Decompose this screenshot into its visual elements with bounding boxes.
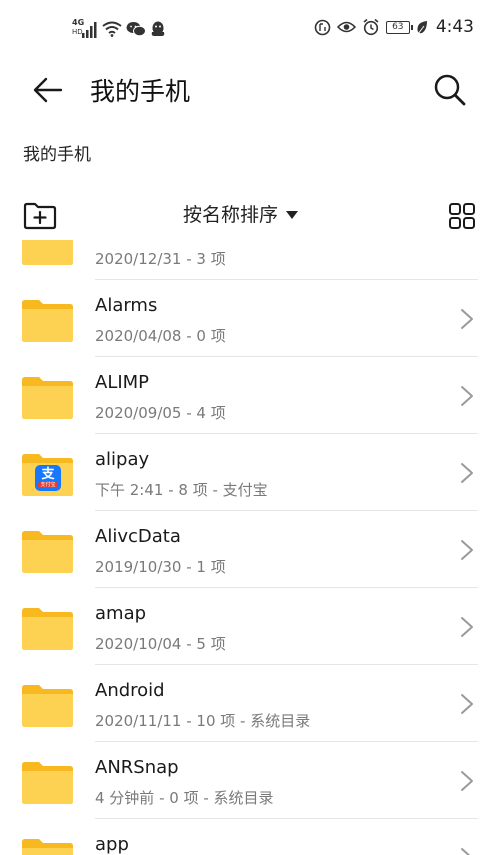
app-bar: 我的手机 xyxy=(0,58,500,120)
file-name: Android xyxy=(95,680,165,701)
folder-icon xyxy=(22,300,73,342)
caret-down-icon xyxy=(286,210,299,219)
file-name: Alarms xyxy=(95,295,158,316)
list-item[interactable]: AlivcData 2019/10/30 - 1 项 xyxy=(0,511,500,588)
page-title: 我的手机 xyxy=(90,77,191,106)
status-left-icons: 4G HD xyxy=(72,18,166,40)
arrow-left-icon xyxy=(33,77,63,103)
chevron-right-icon xyxy=(460,385,474,407)
grid-view-icon xyxy=(449,203,475,229)
folder-icon xyxy=(22,531,73,573)
search-button[interactable] xyxy=(428,68,472,112)
chevron-right-icon xyxy=(460,308,474,330)
folder-icon xyxy=(22,839,73,855)
file-name: ANRSnap xyxy=(95,757,179,778)
cellular-signal-icon: 4G HD xyxy=(72,18,98,40)
data-saver-icon xyxy=(314,19,331,35)
chevron-right-icon xyxy=(460,539,474,561)
chevron-right-icon xyxy=(460,462,474,484)
sort-label: 按名称排序 xyxy=(183,204,279,226)
qq-icon xyxy=(151,21,165,36)
file-list[interactable]: 2020/12/31 - 3 项 Alarms 2020/04/08 - 0 项 AL… xyxy=(0,240,500,855)
list-item[interactable]: 2020/12/31 - 3 项 xyxy=(0,240,500,280)
file-meta: 2019/10/30 - 1 项 xyxy=(95,558,226,576)
chevron-right-icon xyxy=(460,693,474,715)
chevron-right-icon xyxy=(460,847,474,855)
file-name: alipay xyxy=(95,449,150,470)
file-meta: 下午 2:41 - 8 项 - 支付宝 xyxy=(95,481,268,499)
file-meta: 2020/10/04 - 5 项 xyxy=(95,635,226,653)
status-bar: 4G HD 63 4:43 xyxy=(0,0,500,58)
back-button[interactable] xyxy=(28,70,68,110)
chevron-right-icon xyxy=(460,616,474,638)
list-item[interactable]: app xyxy=(0,819,500,855)
power-saving-leaf-icon xyxy=(417,20,427,34)
list-item[interactable]: ALIMP 2020/09/05 - 4 项 xyxy=(0,357,500,434)
file-meta: 2020/11/11 - 10 项 - 系统目录 xyxy=(95,712,311,730)
battery-icon: 63 xyxy=(385,20,413,34)
battery-level: 63 xyxy=(392,21,404,32)
folder-icon xyxy=(22,377,73,419)
list-item[interactable]: ANRSnap 4 分钟前 - 0 项 - 系统目录 xyxy=(0,742,500,819)
file-name: app xyxy=(95,834,129,855)
breadcrumb[interactable]: 我的手机 xyxy=(23,140,91,165)
list-item[interactable]: Android 2020/11/11 - 10 项 - 系统目录 xyxy=(0,665,500,742)
wifi-icon xyxy=(102,21,122,37)
alarm-icon xyxy=(363,18,379,36)
file-meta: 2020/04/08 - 0 项 xyxy=(95,327,226,345)
new-folder-button[interactable] xyxy=(20,198,60,234)
clock-time: 4:43 xyxy=(435,17,474,37)
file-name: amap xyxy=(95,603,147,624)
alipay-badge-text: 支付宝 xyxy=(38,482,58,488)
grid-view-button[interactable] xyxy=(444,198,480,234)
folder-icon xyxy=(22,608,73,650)
file-name: ALIMP xyxy=(95,372,150,393)
alipay-folder-icon: 支支付宝 xyxy=(22,454,73,496)
file-meta: 2020/09/05 - 4 项 xyxy=(95,404,226,422)
list-item[interactable]: 支支付宝 alipay 下午 2:41 - 8 项 - 支付宝 xyxy=(0,434,500,511)
search-icon xyxy=(434,74,466,106)
folder-icon xyxy=(22,685,73,727)
chevron-right-icon xyxy=(460,770,474,792)
wechat-icon xyxy=(126,22,146,37)
eye-comfort-icon xyxy=(336,21,356,33)
folder-icon xyxy=(22,762,73,804)
file-meta: 4 分钟前 - 0 项 - 系统目录 xyxy=(95,789,274,807)
list-item[interactable]: amap 2020/10/04 - 5 项 xyxy=(0,588,500,665)
list-item[interactable]: Alarms 2020/04/08 - 0 项 xyxy=(0,280,500,357)
sort-dropdown[interactable]: 按名称排序 xyxy=(183,200,299,227)
file-meta: 2020/12/31 - 3 项 xyxy=(95,250,226,268)
folder-icon xyxy=(22,240,73,265)
status-right-icons: 63 4:43 xyxy=(314,17,474,37)
file-name: AlivcData xyxy=(95,526,181,547)
alipay-glyph: 支 xyxy=(41,467,55,482)
new-folder-icon xyxy=(23,202,57,230)
toolbar: 按名称排序 xyxy=(0,190,500,240)
alipay-app-badge: 支支付宝 xyxy=(35,465,61,491)
